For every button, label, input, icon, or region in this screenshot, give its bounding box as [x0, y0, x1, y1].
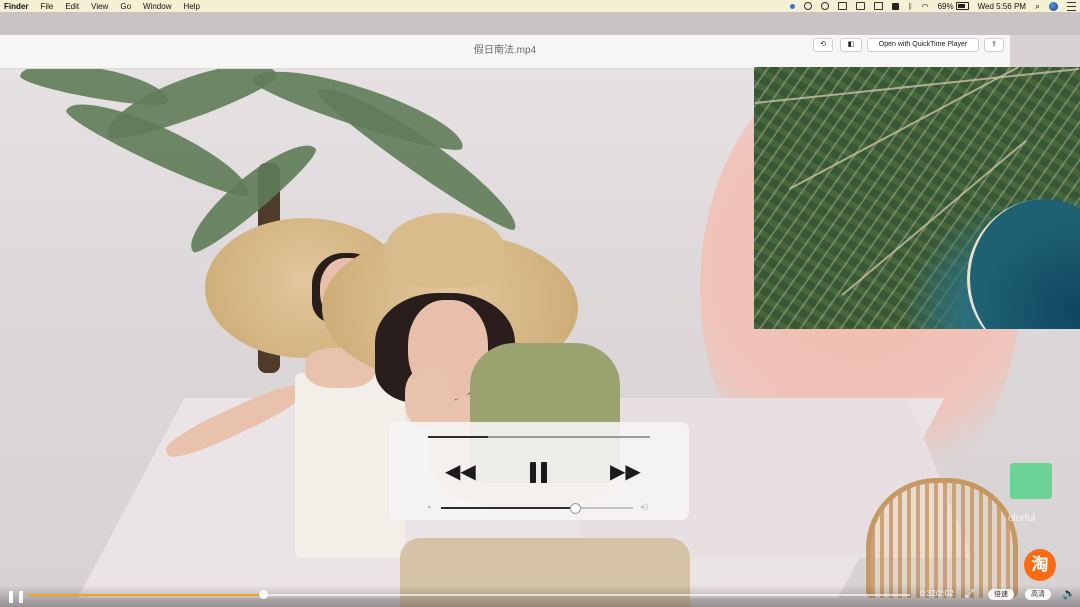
- screen-icon[interactable]: [837, 2, 847, 10]
- pip-satellite-map[interactable]: [754, 67, 1080, 329]
- bar-pause-button[interactable]: ❚❚: [6, 589, 26, 603]
- wifi-icon[interactable]: ◠: [922, 2, 929, 11]
- volume-high-icon: ◂)): [640, 504, 649, 511]
- menu-file[interactable]: File: [40, 2, 53, 11]
- rotate-icon: ⟲: [820, 41, 826, 48]
- fullscreen-icon: ⤢: [965, 588, 974, 600]
- menu-app-finder[interactable]: Finder: [4, 2, 28, 11]
- side-green-tile: [1010, 463, 1052, 499]
- battery-icon: [955, 2, 969, 10]
- share-button[interactable]: ⇪: [984, 38, 1004, 52]
- pause-icon: ❚❚: [6, 589, 27, 603]
- hud-scrubber-fill: [428, 436, 488, 438]
- search-icon[interactable]: ⌕: [1035, 1, 1040, 12]
- display-icon[interactable]: [873, 2, 883, 10]
- hud-volume-fill: [441, 507, 576, 509]
- rewind-button[interactable]: ◀◀: [445, 462, 476, 482]
- fullscreen-button[interactable]: ⤢: [965, 588, 974, 601]
- rotate-button[interactable]: ⟲: [813, 38, 833, 52]
- speed-button[interactable]: 倍速: [988, 589, 1014, 600]
- hat-crown: [385, 213, 505, 288]
- time-display: 0:32/2:02: [920, 589, 954, 598]
- menubar-clock[interactable]: Wed 5:56 PM: [978, 2, 1026, 11]
- bamboo-basket: [866, 478, 1018, 598]
- player-bar: ❚❚ 0:32/2:02 ⤢ 倍速 高清 🔈: [0, 585, 1080, 607]
- blue-dot-icon[interactable]: [789, 3, 795, 9]
- open-with-quicktime-button[interactable]: Open with QuickTime Player: [867, 38, 979, 52]
- wechat-icon[interactable]: [803, 2, 812, 10]
- share-icon: ⇪: [991, 41, 997, 48]
- fast-forward-icon: ▶▶: [610, 461, 641, 483]
- fast-forward-button[interactable]: ▶▶: [610, 462, 641, 482]
- airplay-icon[interactable]: [855, 2, 865, 10]
- menu-help[interactable]: Help: [183, 2, 199, 11]
- volume-low-icon: ◂: [427, 504, 431, 511]
- menu-bar: Finder File Edit View Go Window Help ᛒ ◠…: [0, 0, 1080, 12]
- trim-button[interactable]: ◧: [840, 38, 862, 52]
- volume-icon: 🔈: [1062, 588, 1076, 600]
- menu-window[interactable]: Window: [143, 2, 171, 11]
- volume-button[interactable]: 🔈: [1062, 587, 1076, 600]
- battery-percent: 69%: [937, 1, 954, 11]
- side-text: olorful: [1008, 513, 1036, 524]
- desktop-strip: [0, 12, 1080, 35]
- playback-hud: ◀◀ ▶▶ ◂ ◂)): [389, 422, 689, 520]
- menu-go[interactable]: Go: [120, 2, 131, 11]
- bluetooth-icon[interactable]: ᛒ: [908, 2, 913, 11]
- palm-leaf: [311, 72, 529, 238]
- quality-button[interactable]: 高清: [1025, 589, 1051, 600]
- map-road: [754, 67, 1080, 105]
- bar-progress-fill: [28, 594, 264, 596]
- map-coastline: [967, 199, 1080, 329]
- siri-icon[interactable]: [1049, 1, 1058, 11]
- grid-icon[interactable]: [891, 2, 899, 10]
- menu-view[interactable]: View: [91, 2, 108, 11]
- pause-icon: [530, 462, 548, 483]
- preview-titlebar: 假日南法.mp4 ⟲ ◧ Open with QuickTime Player …: [0, 35, 1010, 69]
- trim-icon: ◧: [847, 41, 855, 48]
- menu-list-icon[interactable]: [1067, 1, 1076, 11]
- hud-volume-knob[interactable]: [570, 503, 582, 514]
- chat-icon[interactable]: [820, 2, 829, 10]
- battery-status[interactable]: 69%: [938, 2, 969, 11]
- menu-edit[interactable]: Edit: [65, 2, 79, 11]
- rewind-icon: ◀◀: [445, 461, 476, 483]
- taobao-icon[interactable]: 淘: [1024, 549, 1056, 581]
- bar-progress-knob[interactable]: [259, 590, 269, 599]
- pause-button[interactable]: [530, 462, 548, 483]
